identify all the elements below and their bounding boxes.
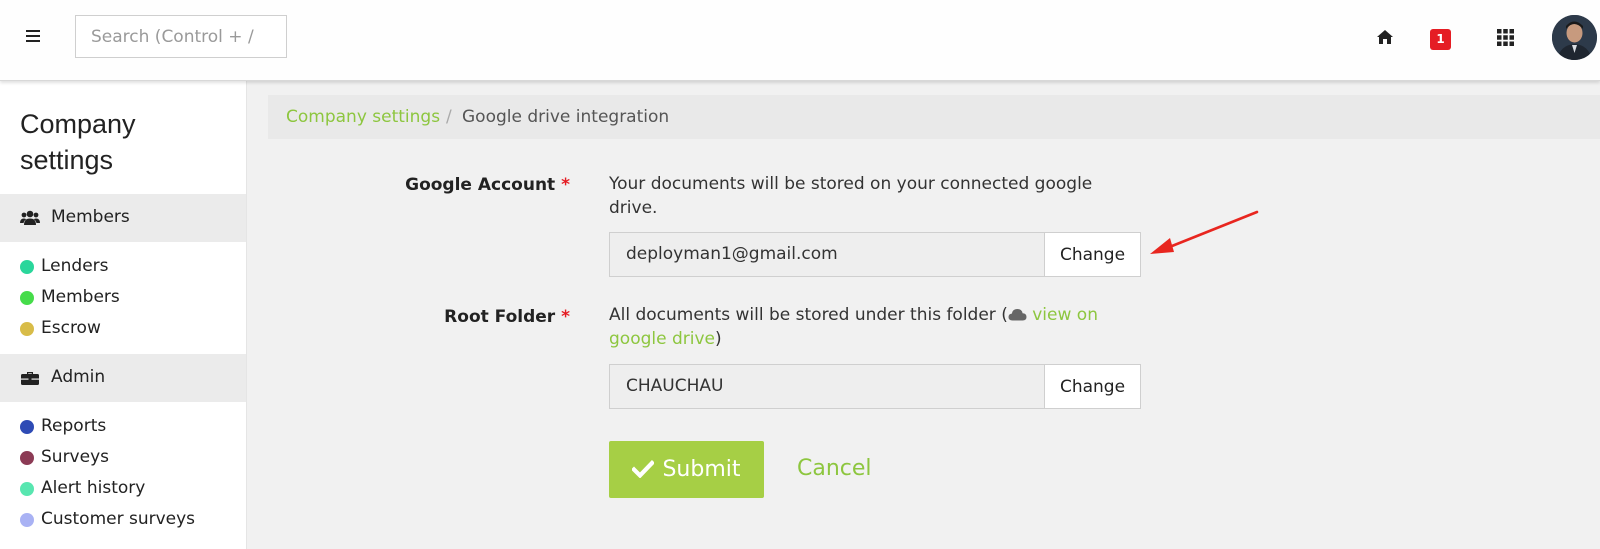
google-account-label: Google Account * [405,175,570,195]
sidebar-item-label: Members [41,287,120,307]
required-asterisk: * [561,307,570,327]
google-account-input-group: deployman1@gmail.com Change [609,232,1141,277]
top-navbar: 1 [0,0,1600,81]
status-dot [20,420,34,434]
submit-button[interactable]: Submit [609,441,764,498]
submit-button-label: Submit [662,457,741,482]
root-folder-help-text: All documents will be stored under this … [609,303,1129,351]
sidebar-section-label: Admin [51,367,106,387]
breadcrumb: Company settings / Google drive integrat… [268,95,1600,139]
briefcase-icon [21,372,39,385]
annotation-arrow [1150,210,1259,254]
google-account-label-text: Google Account [405,175,556,195]
status-dot [20,260,34,274]
status-dot [20,451,34,465]
hamburger-menu-icon[interactable] [26,30,40,44]
change-root-folder-button[interactable]: Change [1044,364,1141,409]
home-icon[interactable] [1376,29,1394,45]
checkmark-icon [632,460,655,478]
cloud-icon [1008,309,1027,321]
notifications-badge[interactable]: 1 [1430,29,1451,50]
sidebar-item-label: Lenders [41,256,109,276]
sidebar-section-admin[interactable]: Admin [0,354,246,402]
root-folder-field[interactable]: CHAUCHAU [609,364,1044,409]
sidebar-item-label: Customer surveys [41,509,196,529]
breadcrumb-separator: / [446,107,452,127]
user-avatar[interactable] [1552,15,1597,60]
sidebar-item-label: Surveys [41,447,109,467]
sidebar-section-members[interactable]: Members [0,194,246,242]
status-dot [20,513,34,527]
search-input[interactable] [75,15,287,58]
google-account-field[interactable]: deployman1@gmail.com [609,232,1044,277]
sidebar-title: Company settings [20,109,136,175]
root-folder-help-prefix: All documents will be stored under this … [609,305,1008,325]
root-folder-input-group: CHAUCHAU Change [609,364,1141,409]
sidebar-item-label: Alert history [41,478,146,498]
root-folder-label: Root Folder * [444,307,570,327]
status-dot [20,482,34,496]
sidebar-section-label: Members [51,207,130,227]
status-dot [20,322,34,336]
users-icon [20,210,40,225]
sidebar-item-label: Escrow [41,318,101,338]
breadcrumb-current: Google drive integration [462,107,670,127]
cancel-link[interactable]: Cancel [797,456,872,481]
google-account-help-text: Your documents will be stored on your co… [609,174,1093,218]
sidebar: Company settings Members Lenders Members… [0,80,247,549]
root-folder-help-suffix: ) [715,329,722,349]
sidebar-item-label: Reports [41,416,107,436]
required-asterisk: * [561,175,570,195]
root-folder-label-text: Root Folder [444,307,556,327]
change-google-account-button[interactable]: Change [1044,232,1141,277]
status-dot [20,291,34,305]
breadcrumb-link-company-settings[interactable]: Company settings [286,107,440,127]
apps-grid-icon[interactable] [1497,29,1514,46]
